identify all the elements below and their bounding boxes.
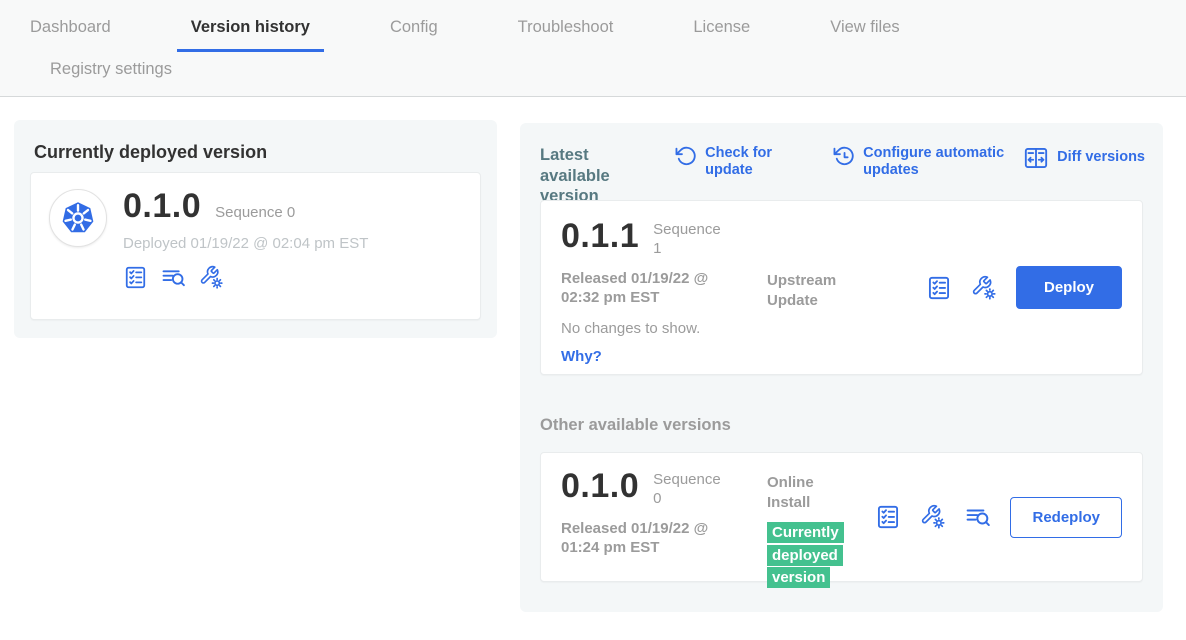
available-versions-panel: Latest available version Check for updat… <box>520 123 1163 612</box>
deployed-version-card: 0.1.0 Sequence 0 Deployed 01/19/22 @ 02:… <box>30 172 481 320</box>
redeploy-button[interactable]: Redeploy <box>1010 497 1122 538</box>
tab-dashboard[interactable]: Dashboard <box>16 16 125 52</box>
refresh-arrow-icon <box>675 145 697 167</box>
other-available-versions-heading: Other available versions <box>540 416 731 435</box>
nav-row-2: Registry settings <box>0 52 1186 94</box>
latest-version-number: 0.1.1 <box>561 219 639 253</box>
latest-sequence-label: Sequence 1 <box>653 221 719 259</box>
nav-row-1: Dashboard Version history Config Trouble… <box>0 0 1186 52</box>
deploy-logs-icon[interactable] <box>161 265 186 290</box>
app-avatar <box>49 189 107 247</box>
tab-license[interactable]: License <box>679 16 764 52</box>
admin-console-page: Dashboard Version history Config Trouble… <box>0 0 1186 640</box>
deployed-timestamp: Deployed 01/19/22 @ 02:04 pm EST <box>123 235 368 252</box>
edit-config-icon[interactable] <box>920 504 946 530</box>
preflight-checks-icon[interactable] <box>123 265 148 290</box>
tab-version-history[interactable]: Version history <box>177 16 324 52</box>
preflight-checks-icon[interactable] <box>926 275 952 301</box>
deploy-logs-icon[interactable] <box>965 504 991 530</box>
other-version-actions: Redeploy <box>875 497 1122 538</box>
currently-deployed-badge-wrap: Currently deployed version <box>767 522 853 590</box>
latest-available-title: Latest available version <box>540 145 639 207</box>
other-version-number: 0.1.0 <box>561 469 639 503</box>
currently-deployed-badge: Currently deployed version <box>767 522 844 588</box>
diff-versions-link[interactable]: Diff versions <box>1023 145 1145 171</box>
deploy-button[interactable]: Deploy <box>1016 266 1122 309</box>
check-for-update-label: Check for update <box>705 145 787 180</box>
currently-deployed-panel: Currently deployed version 0.1.0 Sequenc… <box>14 120 497 338</box>
latest-version-actions: Deploy <box>926 266 1122 309</box>
why-link[interactable]: Why? <box>561 348 753 365</box>
configure-automatic-updates-link[interactable]: Configure automatic updates <box>833 145 1023 180</box>
top-navigation: Dashboard Version history Config Trouble… <box>0 0 1186 97</box>
other-install-type: Online Install <box>767 473 837 512</box>
other-version-card: 0.1.0 Sequence 0 Released 01/19/22 @ 01:… <box>540 452 1143 582</box>
other-sequence-label: Sequence 0 <box>653 471 719 509</box>
tab-config[interactable]: Config <box>376 16 452 52</box>
tab-registry-settings[interactable]: Registry settings <box>36 58 186 94</box>
latest-version-source: Upstream Update <box>767 271 867 356</box>
latest-released-timestamp: Released 01/19/22 @ 02:32 pm EST <box>561 269 739 308</box>
diff-versions-label: Diff versions <box>1057 149 1145 166</box>
latest-version-details: 0.1.1 Sequence 1 Released 01/19/22 @ 02:… <box>561 219 753 356</box>
latest-changes-note: No changes to show. <box>561 320 753 337</box>
schedule-update-icon <box>833 145 855 167</box>
tab-view-files[interactable]: View files <box>816 16 913 52</box>
diff-versions-icon <box>1023 145 1049 171</box>
configure-automatic-updates-label: Configure automatic updates <box>863 145 1023 180</box>
deployed-sequence-label: Sequence 0 <box>215 204 295 221</box>
preflight-checks-icon[interactable] <box>875 504 901 530</box>
check-for-update-link[interactable]: Check for update <box>675 145 787 180</box>
deployed-version-number: 0.1.0 <box>123 189 201 223</box>
kubernetes-logo <box>57 197 99 239</box>
deployed-version-details: 0.1.0 Sequence 0 Deployed 01/19/22 @ 02:… <box>123 189 368 303</box>
tab-troubleshoot[interactable]: Troubleshoot <box>504 16 628 52</box>
other-released-timestamp: Released 01/19/22 @ 01:24 pm EST <box>561 519 739 558</box>
other-version-details: 0.1.0 Sequence 0 Released 01/19/22 @ 01:… <box>561 469 753 565</box>
currently-deployed-title: Currently deployed version <box>34 142 477 163</box>
other-version-source: Online Install Currently deployed versio… <box>767 473 867 565</box>
latest-version-card: 0.1.1 Sequence 1 Released 01/19/22 @ 02:… <box>540 200 1143 375</box>
edit-config-icon[interactable] <box>971 275 997 301</box>
edit-config-icon[interactable] <box>199 265 224 290</box>
available-panel-header: Latest available version Check for updat… <box>540 145 1145 207</box>
